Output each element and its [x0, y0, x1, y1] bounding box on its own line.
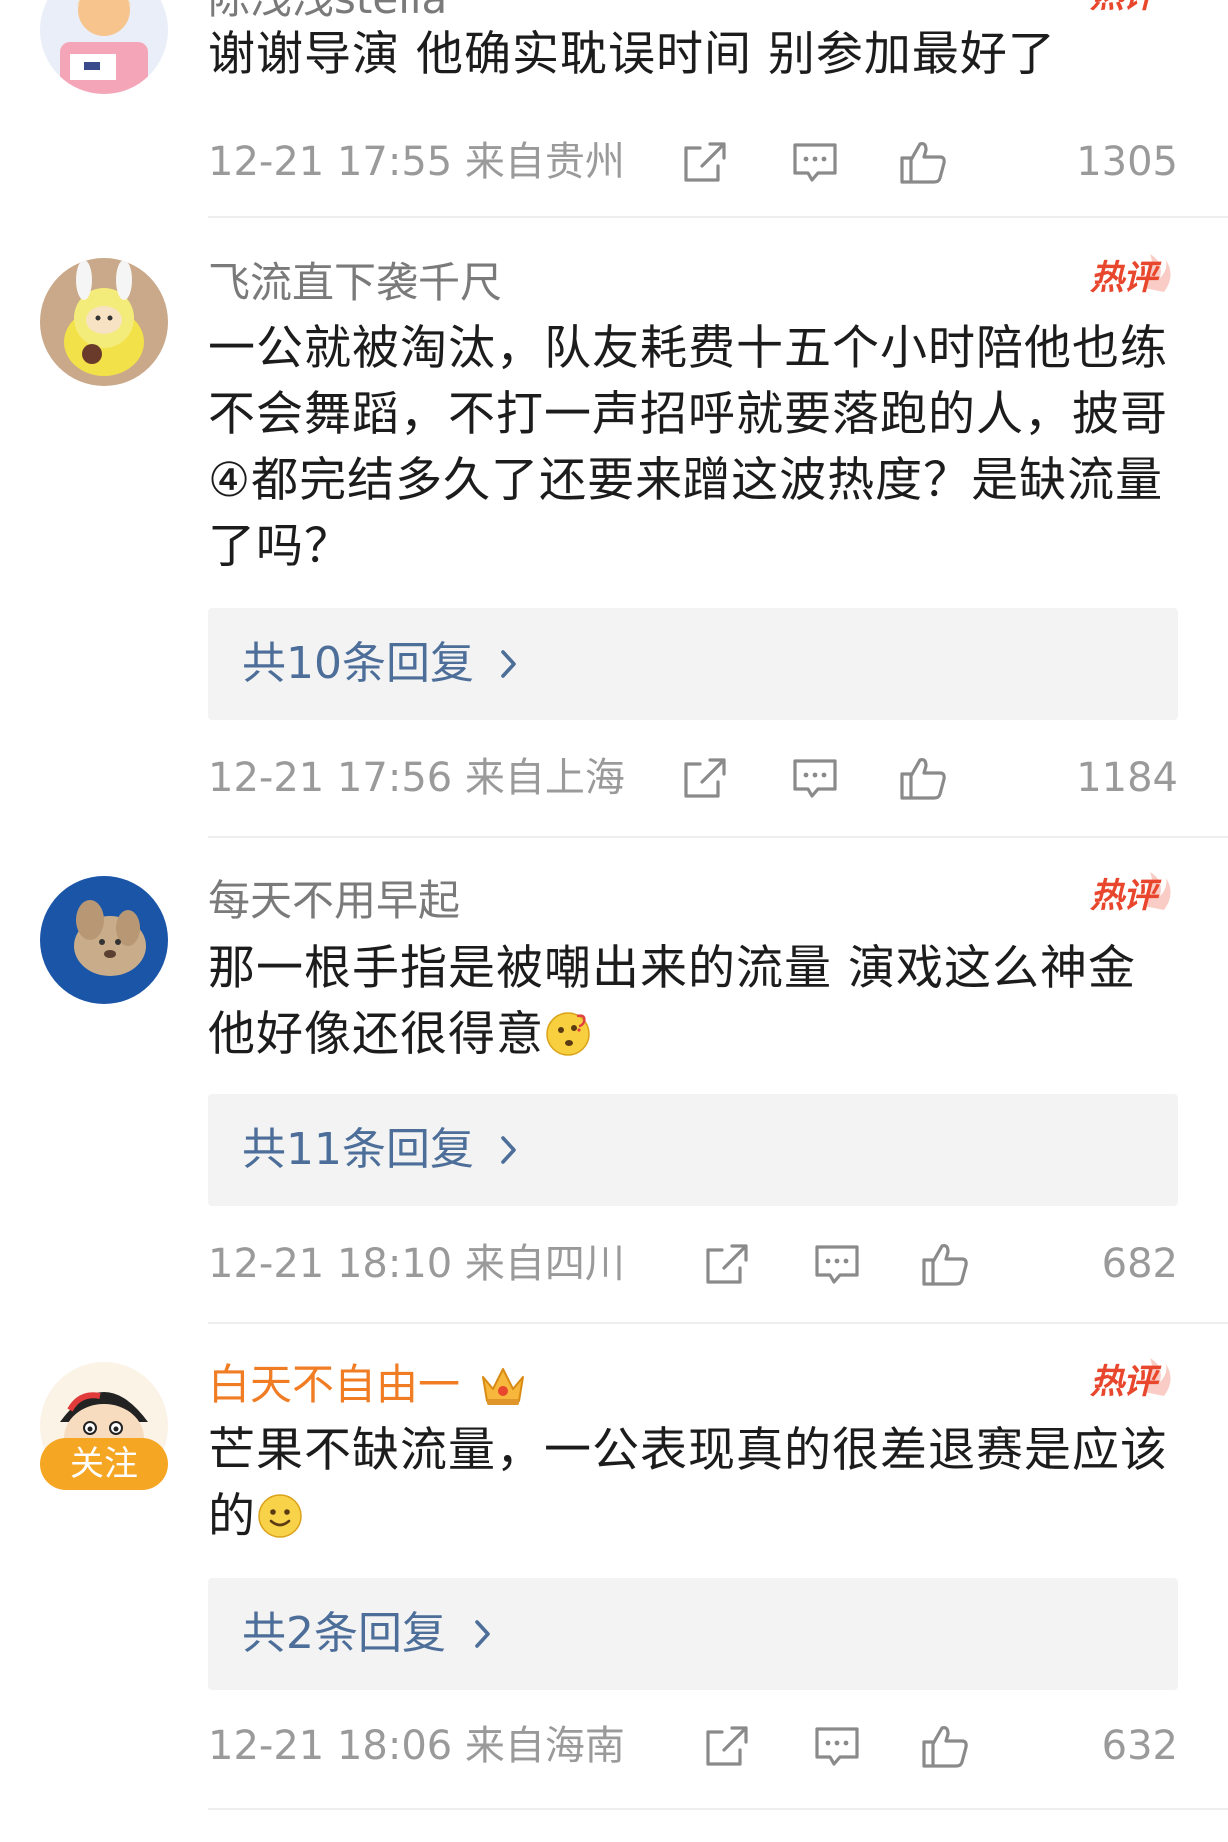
- replies-link[interactable]: 共2条回复: [208, 1578, 1178, 1690]
- chevron-right-icon: [472, 1616, 494, 1652]
- comment-icon[interactable]: [812, 1240, 862, 1288]
- time-location: 12-21 17:56 来自上海: [208, 755, 625, 801]
- comment-meta: 12-21 17:55 来自贵州 1305: [208, 132, 1178, 192]
- divider: [208, 216, 1228, 218]
- vip-crown-icon: [479, 1363, 527, 1407]
- like-count: 1305: [1076, 139, 1178, 185]
- comment-text: 一公就被淘汰，队友耗费十五个小时陪他也练不会舞蹈，不打一声招呼就要落跑的人，披哥…: [208, 321, 1168, 574]
- comment-feed: 陈浅浅stella 热评 谢谢导演 他确实耽误时间 别参加最好了 12-21 1…: [0, 0, 1228, 1842]
- share-icon[interactable]: [680, 754, 730, 802]
- chevron-right-icon: [498, 1132, 520, 1168]
- username[interactable]: 每天不用早起: [208, 876, 460, 926]
- follow-button[interactable]: 关注: [40, 1438, 168, 1490]
- comment-icon[interactable]: [790, 138, 840, 186]
- hot-comment-badge: 热评: [1084, 248, 1176, 304]
- share-icon[interactable]: [680, 138, 730, 186]
- replies-count: 共2条回复: [242, 1608, 446, 1659]
- smile-face-icon: [256, 1492, 304, 1540]
- comment-icon[interactable]: [812, 1722, 862, 1770]
- hot-comment-badge: 热评: [1084, 1352, 1176, 1408]
- username[interactable]: 陈浅浅stella: [208, 0, 447, 24]
- chevron-right-icon: [498, 646, 520, 682]
- like-icon[interactable]: [920, 1240, 970, 1288]
- replies-link[interactable]: 共11条回复: [208, 1094, 1178, 1206]
- avatar[interactable]: [40, 876, 168, 1004]
- like-count: 682: [1101, 1241, 1178, 1287]
- like-icon[interactable]: [920, 1722, 970, 1770]
- avatar[interactable]: [40, 0, 168, 94]
- replies-count: 共10条回复: [242, 638, 474, 689]
- divider: [208, 1322, 1228, 1324]
- comment-text: 谢谢导演 他确实耽误时间 别参加最好了: [208, 27, 1056, 82]
- share-icon[interactable]: [702, 1722, 752, 1770]
- replies-link[interactable]: 共10条回复: [208, 608, 1178, 720]
- comment-meta: 12-21 17:56 来自上海 1184: [208, 748, 1178, 808]
- time-location: 12-21 17:55 来自贵州: [208, 139, 625, 185]
- divider: [208, 836, 1228, 838]
- share-icon[interactable]: [702, 1240, 752, 1288]
- hot-comment-badge: 热评: [1084, 866, 1176, 922]
- time-location: 12-21 18:10 来自四川: [208, 1241, 625, 1287]
- time-location: 12-21 18:06 来自海南: [208, 1723, 625, 1769]
- replies-count: 共11条回复: [242, 1124, 474, 1175]
- comment-text: 芒果不缺流量，一公表现真的很差退赛是应该的: [208, 1423, 1168, 1544]
- like-count: 632: [1101, 1723, 1178, 1769]
- divider: [208, 1808, 1228, 1810]
- username[interactable]: 飞流直下袭千尺: [208, 258, 502, 308]
- comment-meta: 12-21 18:10 来自四川 682: [208, 1234, 1178, 1294]
- comment-icon[interactable]: [790, 754, 840, 802]
- like-icon[interactable]: [898, 138, 948, 186]
- like-icon[interactable]: [898, 754, 948, 802]
- comment-meta: 12-21 18:06 来自海南 632: [208, 1716, 1178, 1776]
- like-count: 1184: [1076, 755, 1178, 801]
- avatar[interactable]: [40, 258, 168, 386]
- username[interactable]: 白天不自由一: [208, 1360, 527, 1410]
- thinking-face-icon: [544, 1010, 592, 1058]
- comment-text: 那一根手指是被嘲出来的流量 演戏这么神金 他好像还很得意: [208, 941, 1136, 1062]
- hot-comment-badge: 热评: [1084, 0, 1176, 22]
